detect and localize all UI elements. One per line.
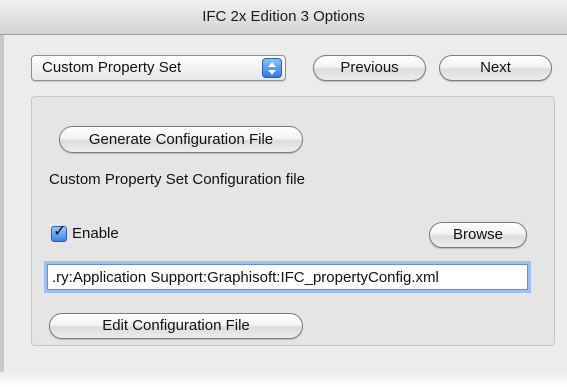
browse-button[interactable]: Browse <box>429 222 527 248</box>
enable-label[interactable]: Enable <box>72 225 119 242</box>
options-dialog: IFC 2x Edition 3 Options Custom Property… <box>0 0 567 387</box>
previous-button[interactable]: Previous <box>313 55 426 81</box>
checkmark-icon: ✓ <box>53 223 67 240</box>
generate-configuration-button[interactable]: Generate Configuration File <box>59 126 303 153</box>
window-border <box>0 35 4 375</box>
property-set-select-value: Custom Property Set <box>42 59 182 76</box>
config-path-field[interactable] <box>47 264 528 290</box>
up-down-arrows-icon <box>262 58 282 78</box>
next-button[interactable]: Next <box>439 55 552 81</box>
window-bottom-fade <box>0 372 567 387</box>
property-set-select[interactable]: Custom Property Set <box>31 55 286 81</box>
config-file-label: Custom Property Set Configuration file <box>49 171 305 188</box>
window-title: IFC 2x Edition 3 Options <box>202 8 365 25</box>
enable-checkbox[interactable]: ✓ <box>51 223 67 242</box>
window-titlebar[interactable]: IFC 2x Edition 3 Options <box>0 0 567 35</box>
edit-configuration-button[interactable]: Edit Configuration File <box>49 313 303 339</box>
